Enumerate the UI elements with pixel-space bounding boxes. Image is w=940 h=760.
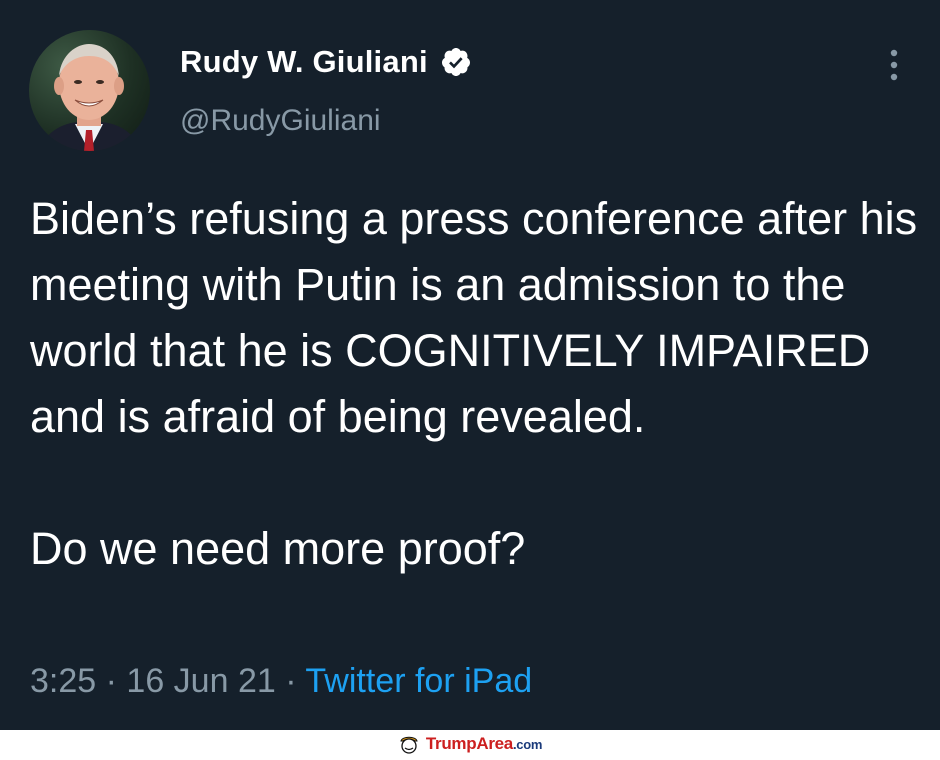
user-handle[interactable]: @RudyGiuliani <box>180 104 381 138</box>
tweet-paragraph: Do we need more proof? <box>30 523 526 574</box>
tweet-date[interactable]: 16 Jun 21 <box>126 662 275 700</box>
watermark: TrumpArea.com <box>0 730 940 757</box>
name-row: Rudy W. Giuliani <box>180 44 472 80</box>
more-vertical-icon[interactable] <box>882 48 906 82</box>
trump-logo-icon <box>398 733 420 755</box>
meta-separator: · <box>285 662 297 700</box>
avatar[interactable] <box>29 30 150 151</box>
tweet-text: Biden’s refusing a press conference afte… <box>30 186 925 582</box>
verified-badge-icon <box>440 46 472 78</box>
watermark-text: TrumpArea.com <box>425 733 543 754</box>
meta-separator: · <box>105 662 117 700</box>
tweet-card: Rudy W. Giuliani @RudyGiuliani Biden’s r… <box>0 0 940 730</box>
tweet-time[interactable]: 3:25 <box>30 662 96 700</box>
tweet-meta: 3:25 · 16 Jun 21 · Twitter for iPad <box>30 662 532 701</box>
watermark-domain: .com <box>512 736 543 752</box>
tweet-source-link[interactable]: Twitter for iPad <box>305 662 532 700</box>
display-name[interactable]: Rudy W. Giuliani <box>180 44 428 80</box>
tweet-paragraph: Biden’s refusing a press conference afte… <box>30 193 918 442</box>
watermark-brand: TrumpArea <box>425 733 513 753</box>
